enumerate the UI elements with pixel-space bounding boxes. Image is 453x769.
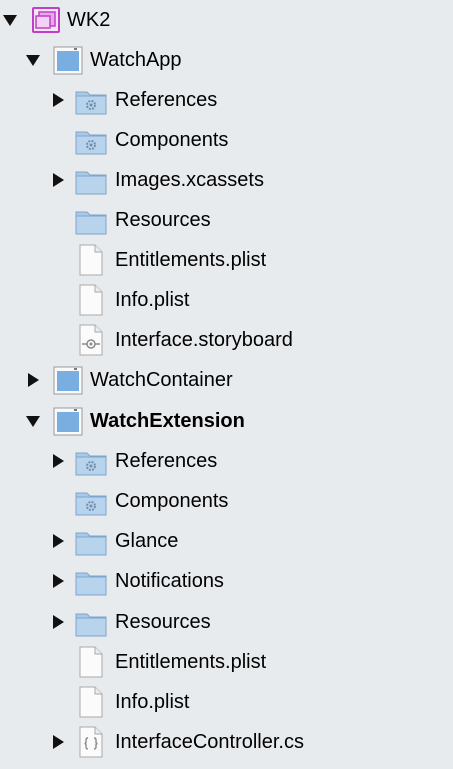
folder-icon: [75, 204, 107, 236]
tree-row-label: Info.plist: [115, 289, 190, 311]
gear-folder-icon: [75, 84, 107, 116]
solution-icon: [30, 4, 62, 36]
disclosure-collapsed-icon[interactable]: [51, 615, 65, 629]
folder-icon: [75, 565, 107, 597]
disclosure-collapsed-icon[interactable]: [51, 93, 65, 107]
tree-row-label: Entitlements.plist: [115, 249, 267, 271]
solution-tree: WK2 WatchApp References Components Image…: [0, 0, 453, 769]
tree-row-label: Components: [115, 129, 229, 151]
tree-row-label: Resources: [115, 209, 211, 231]
tree-row-label: Glance: [115, 530, 179, 552]
tree-row-label: Notifications: [115, 570, 224, 592]
tree-row-watchextension-entitlements[interactable]: Entitlements.plist: [0, 642, 453, 682]
disclosure-expanded-icon[interactable]: [3, 13, 17, 27]
tree-row-watchextension-info[interactable]: Info.plist: [0, 682, 453, 722]
tree-row-label: References: [115, 450, 218, 472]
tree-row-watchapp-storyboard[interactable]: Interface.storyboard: [0, 320, 453, 360]
tree-row-label: References: [115, 89, 218, 111]
tree-row-label: WatchApp: [90, 49, 182, 71]
disclosure-collapsed-icon[interactable]: [51, 173, 65, 187]
tree-row-label: InterfaceController.cs: [115, 731, 304, 753]
gear-folder-icon: [75, 485, 107, 517]
project-icon: [52, 364, 84, 396]
tree-row-watchextension-notifications[interactable]: Notifications: [0, 561, 453, 601]
tree-row-label: WK2: [67, 9, 111, 31]
disclosure-collapsed-icon[interactable]: [26, 373, 40, 387]
folder-icon: [75, 525, 107, 557]
disclosure-collapsed-icon[interactable]: [51, 574, 65, 588]
file-icon: [75, 646, 107, 678]
tree-row-watchapp-components[interactable]: Components: [0, 120, 453, 160]
tree-row-watchapp-info[interactable]: Info.plist: [0, 280, 453, 320]
file-icon: [75, 284, 107, 316]
disclosure-expanded-icon[interactable]: [26, 53, 40, 67]
tree-row-label: Info.plist: [115, 691, 190, 713]
tree-row-label: Images.xcassets: [115, 169, 264, 191]
tree-row-watchextension-components[interactable]: Components: [0, 481, 453, 521]
tree-row-label: Interface.storyboard: [115, 329, 293, 351]
tree-row-watchapp-entitlements[interactable]: Entitlements.plist: [0, 240, 453, 280]
tree-row-watchapp[interactable]: WatchApp: [0, 40, 453, 80]
tree-row-watchapp-references[interactable]: References: [0, 80, 453, 120]
gear-folder-icon: [75, 124, 107, 156]
csharp-file-icon: [75, 726, 107, 758]
tree-row-label: Resources: [115, 611, 211, 633]
file-icon: [75, 686, 107, 718]
tree-row-watchapp-resources[interactable]: Resources: [0, 200, 453, 240]
storyboard-file-icon: [75, 324, 107, 356]
tree-row-watchextension-glance[interactable]: Glance: [0, 521, 453, 561]
gear-folder-icon: [75, 445, 107, 477]
project-icon: [52, 405, 84, 437]
tree-row-watchextension-controller[interactable]: InterfaceController.cs: [0, 722, 453, 762]
tree-row-watchextension[interactable]: WatchExtension: [0, 401, 453, 441]
tree-row-watchapp-images[interactable]: Images.xcassets: [0, 160, 453, 200]
disclosure-expanded-icon[interactable]: [26, 414, 40, 428]
tree-row-label: WatchContainer: [90, 369, 233, 391]
project-icon: [52, 44, 84, 76]
tree-row-label: Entitlements.plist: [115, 651, 267, 673]
folder-icon: [75, 164, 107, 196]
tree-row-watchcontainer[interactable]: WatchContainer: [0, 360, 453, 400]
disclosure-collapsed-icon[interactable]: [51, 534, 65, 548]
tree-row-watchextension-references[interactable]: References: [0, 441, 453, 481]
tree-row-wk2[interactable]: WK2: [0, 0, 453, 40]
tree-row-watchextension-resources[interactable]: Resources: [0, 602, 453, 642]
file-icon: [75, 244, 107, 276]
tree-row-label: Components: [115, 490, 229, 512]
tree-row-label: WatchExtension: [90, 410, 245, 432]
folder-icon: [75, 606, 107, 638]
disclosure-collapsed-icon[interactable]: [51, 735, 65, 749]
disclosure-collapsed-icon[interactable]: [51, 454, 65, 468]
